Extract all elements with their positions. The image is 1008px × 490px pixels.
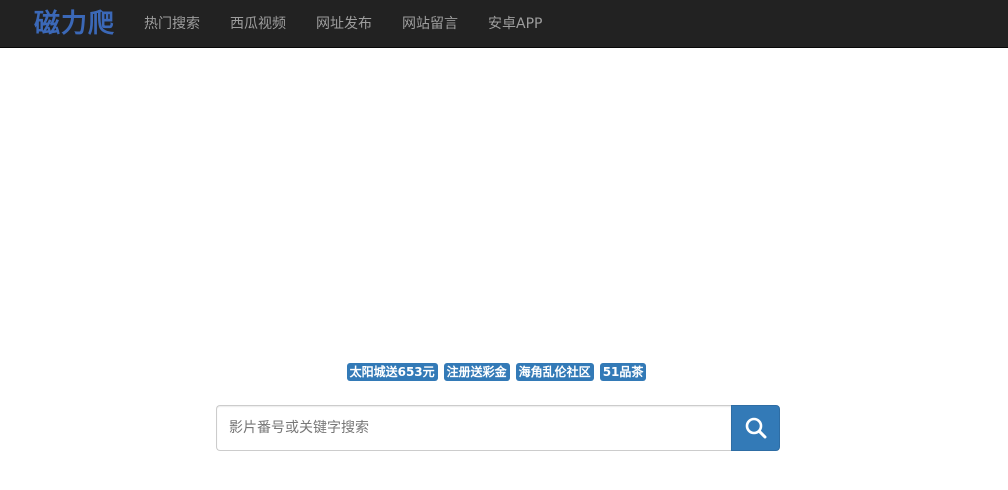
search-input[interactable]	[216, 405, 731, 451]
site-logo[interactable]: 磁力爬	[34, 5, 115, 43]
ad-tag[interactable]: 海角乱伦社区	[515, 363, 594, 381]
search-form	[216, 405, 780, 451]
top-navbar: 磁力爬 热门搜索 西瓜视频 网址发布 网站留言 安卓APP	[0, 0, 1008, 48]
ad-tag-list: 太阳城送653元 注册送彩金 海角乱伦社区 51品茶	[0, 363, 993, 381]
main-nav: 热门搜索 西瓜视频 网址发布 网站留言 安卓APP	[129, 0, 557, 48]
nav-item-url-publish[interactable]: 网址发布	[301, 0, 387, 48]
nav-item-xigua-video[interactable]: 西瓜视频	[215, 0, 301, 48]
search-button[interactable]	[731, 405, 780, 451]
ad-tag[interactable]: 51品茶	[599, 363, 647, 381]
search-icon	[744, 416, 768, 440]
nav-item-android-app[interactable]: 安卓APP	[473, 0, 557, 48]
ad-tag[interactable]: 太阳城送653元	[346, 363, 438, 381]
nav-item-hot-search[interactable]: 热门搜索	[129, 0, 215, 48]
nav-item-guestbook[interactable]: 网站留言	[387, 0, 473, 48]
ad-tag[interactable]: 注册送彩金	[443, 363, 510, 381]
